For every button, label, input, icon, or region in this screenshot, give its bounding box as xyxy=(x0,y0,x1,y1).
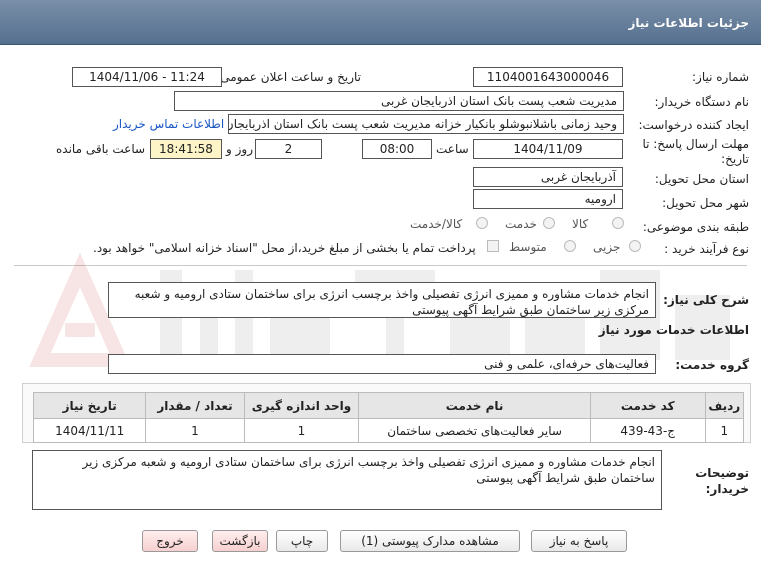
reply-button[interactable]: پاسخ به نیاز xyxy=(531,530,627,552)
col-name: نام خدمت xyxy=(358,392,591,419)
buyer-notes-textarea[interactable]: انجام خدمات مشاوره و ممیزی انرژی تفصیلی … xyxy=(32,450,662,510)
services-table-header: ردیف کد خدمت نام خدمت واحد اندازه گیری ت… xyxy=(32,392,745,419)
cell-code: ج-43-439 xyxy=(589,418,706,443)
category-option-service: خدمت xyxy=(505,217,537,231)
buyer-org-label: نام دستگاه خریدار: xyxy=(654,95,750,109)
city-field: ارومیه xyxy=(473,189,623,209)
creator-field: وحید زمانی باشلانبوشلو بانکیار خزانه مدی… xyxy=(228,114,624,134)
treasury-payment-checkbox[interactable] xyxy=(487,240,499,252)
table-row: 1 ج-43-439 سایر فعالیت‌های تخصصی ساختمان… xyxy=(32,418,745,443)
remaining-time-label: ساعت باقی مانده xyxy=(56,142,146,156)
province-label: استان محل تحویل: xyxy=(654,172,749,186)
cell-unit: 1 xyxy=(243,418,360,443)
deadline-label: مهلت ارسال پاسخ: تا xyxy=(642,137,749,151)
service-group-field: فعالیت‌های حرفه‌ای، علمی و فنی xyxy=(108,354,656,374)
announce-field: 1404/11/06 - 11:24 xyxy=(72,67,222,87)
process-radio-minor[interactable] xyxy=(629,240,641,252)
process-radio-medium[interactable] xyxy=(564,240,576,252)
announce-label: تاریخ و ساعت اعلان عمومی: xyxy=(216,70,361,84)
col-qty: تعداد / مقدار xyxy=(145,392,245,419)
col-unit: واحد اندازه گیری xyxy=(243,392,360,419)
process-option-medium: متوسط xyxy=(509,240,547,254)
deadline-time-field: 08:00 xyxy=(362,139,432,159)
services-table: ردیف کد خدمت نام خدمت واحد اندازه گیری ت… xyxy=(32,392,745,443)
buyer-notes-label-2: خریدار: xyxy=(705,482,749,496)
treasury-payment-note: پرداخت تمام یا بخشی از مبلغ خرید،از محل … xyxy=(93,241,476,255)
category-radio-goods-service[interactable] xyxy=(476,217,488,229)
category-option-goods: کالا xyxy=(572,217,589,231)
days-label: روز و xyxy=(226,142,253,156)
description-label: شرح کلی نیاز: xyxy=(663,293,749,307)
print-button[interactable]: چاپ xyxy=(276,530,328,552)
col-date: تاریخ نیاز xyxy=(32,392,147,419)
page-title: جزئیات اطلاعات نیاز xyxy=(628,16,749,30)
view-attachments-button[interactable]: مشاهده مدارک پیوستی (1) xyxy=(340,530,520,552)
col-row: ردیف xyxy=(704,392,745,419)
days-field: 2 xyxy=(255,139,322,159)
process-option-minor: جزیی xyxy=(593,240,621,254)
divider xyxy=(14,265,747,266)
description-textarea[interactable]: انجام خدمات مشاوره و ممیزی انرژی تفصیلی … xyxy=(108,282,656,318)
creator-label: ایجاد کننده درخواست: xyxy=(638,118,749,132)
cell-name: سایر فعالیت‌های تخصصی ساختمان xyxy=(358,418,591,443)
service-group-label: گروه خدمت: xyxy=(675,358,749,372)
need-number-label: شماره نیاز: xyxy=(692,70,749,84)
deadline-time-label: ساعت xyxy=(436,142,469,156)
cell-date: 1404/11/11 xyxy=(32,418,147,443)
col-code: کد خدمت xyxy=(589,392,706,419)
exit-button[interactable]: خروج xyxy=(142,530,198,552)
city-label: شهر محل تحویل: xyxy=(662,196,749,210)
cell-row: 1 xyxy=(704,418,745,443)
deadline-label-date: تاریخ: xyxy=(721,152,749,166)
process-label: نوع فرآیند خرید : xyxy=(664,242,749,256)
buyer-notes-label: توضیحات xyxy=(695,466,749,480)
buyer-org-field: مدیریت شعب پست بانک استان اذربایجان غربی xyxy=(174,91,624,111)
services-section-title: اطلاعات خدمات مورد نیاز xyxy=(598,323,749,337)
need-number-field: 1104001643000046 xyxy=(473,67,623,87)
category-option-goods-service: کالا/خدمت xyxy=(410,217,463,231)
back-button[interactable]: بازگشت xyxy=(212,530,268,552)
contact-info-link[interactable]: اطلاعات تماس خریدار xyxy=(113,117,224,131)
remaining-time-field: 18:41:58 xyxy=(150,139,222,159)
deadline-date-field: 1404/11/09 xyxy=(473,139,623,159)
cell-qty: 1 xyxy=(145,418,245,443)
province-field: آذربایجان غربی xyxy=(473,167,623,187)
category-radio-service[interactable] xyxy=(543,217,555,229)
category-radio-goods[interactable] xyxy=(612,217,624,229)
category-label: طبقه بندی موضوعی: xyxy=(642,220,749,234)
